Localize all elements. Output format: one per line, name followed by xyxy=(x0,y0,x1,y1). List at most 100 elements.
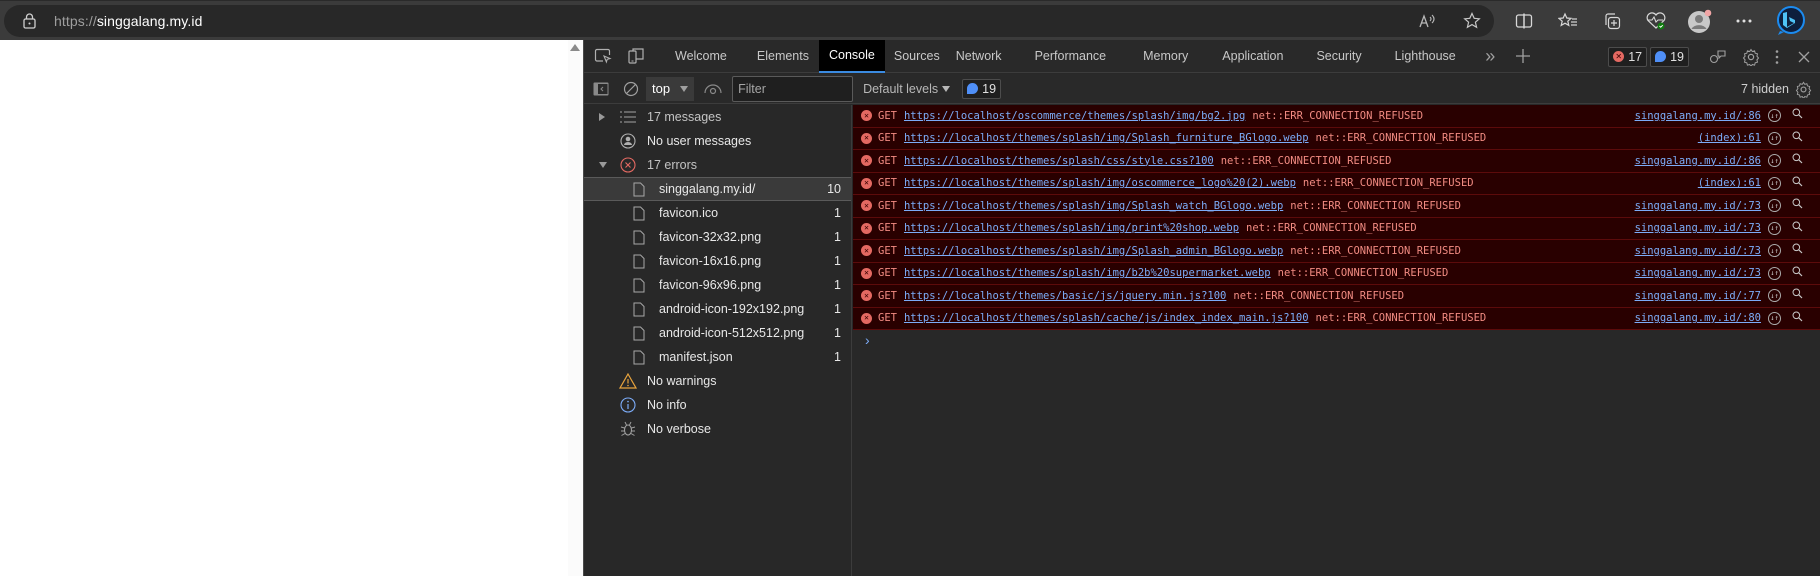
search-in-network-icon[interactable] xyxy=(1792,266,1803,280)
tab-welcome[interactable]: Welcome xyxy=(660,40,742,73)
search-in-network-icon[interactable] xyxy=(1792,311,1803,325)
page-scrollbar[interactable] xyxy=(568,40,583,576)
sidebar-file-item[interactable]: favicon.ico 1 xyxy=(584,201,851,225)
more-tabs-chevron-icon[interactable]: » xyxy=(1474,40,1507,73)
search-in-network-icon[interactable] xyxy=(1792,221,1803,235)
network-request-icon[interactable]: ↓↑ xyxy=(1768,176,1781,190)
request-url-link[interactable]: https://localhost/themes/splash/cache/js… xyxy=(904,312,1309,324)
network-request-icon[interactable]: ↓↑ xyxy=(1768,244,1781,258)
source-location-link[interactable]: singgalang.my.id/:73 xyxy=(1635,267,1761,279)
network-request-icon[interactable]: ↓↑ xyxy=(1768,266,1781,280)
favorites-icon[interactable] xyxy=(1546,1,1590,41)
collapse-arrow-icon[interactable] xyxy=(599,162,607,168)
request-url-link[interactable]: https://localhost/themes/splash/css/styl… xyxy=(904,155,1214,167)
console-error-message: ✕ GET https://localhost/themes/splash/img/… xyxy=(853,262,1820,285)
sidebar-file-item[interactable]: android-icon-192x192.png 1 xyxy=(584,297,851,321)
sidebar-file-item[interactable]: android-icon-512x512.png 1 xyxy=(584,321,851,345)
request-url-link[interactable]: https://localhost/themes/splash/img/Spla… xyxy=(904,245,1283,257)
tab-memory[interactable]: Memory xyxy=(1125,40,1207,73)
lock-icon[interactable] xyxy=(22,13,36,29)
search-in-network-icon[interactable] xyxy=(1792,243,1803,257)
add-tab-plus-icon[interactable] xyxy=(1507,40,1540,73)
address-bar[interactable]: https://singgalang.my.id xyxy=(4,5,1494,37)
source-location-link[interactable]: (index):61 xyxy=(1698,132,1761,144)
tab-sources[interactable]: Sources xyxy=(885,40,948,73)
sidebar-item-messages[interactable]: 17 messages xyxy=(584,105,851,129)
search-in-network-icon[interactable] xyxy=(1792,288,1803,302)
tab-console[interactable]: Console xyxy=(818,39,885,73)
network-request-icon[interactable]: ↓↑ xyxy=(1768,311,1781,325)
console-settings-gear-icon[interactable] xyxy=(1795,81,1812,98)
collections-icon[interactable] xyxy=(1590,1,1634,41)
tab-lighthouse[interactable]: Lighthouse xyxy=(1380,40,1474,73)
browser-essentials-icon[interactable] xyxy=(1634,1,1678,41)
context-selector[interactable]: top xyxy=(646,76,695,101)
network-request-icon[interactable]: ↓↑ xyxy=(1768,154,1781,168)
read-aloud-icon[interactable] xyxy=(1406,5,1450,37)
source-location-link[interactable]: singgalang.my.id/:80 xyxy=(1635,312,1761,324)
sidebar-item-warnings[interactable]: No warnings xyxy=(584,369,851,393)
sidebar-item-user-messages[interactable]: No user messages xyxy=(584,129,851,153)
network-request-icon[interactable]: ↓↑ xyxy=(1768,221,1781,235)
split-screen-icon[interactable] xyxy=(1502,1,1546,41)
more-menu-icon[interactable] xyxy=(1722,1,1766,41)
toggle-sidebar-icon[interactable] xyxy=(586,74,616,104)
source-location-link[interactable]: singgalang.my.id/:73 xyxy=(1635,200,1761,212)
favorite-star-icon[interactable] xyxy=(1450,5,1494,37)
feedback-icon[interactable] xyxy=(1701,40,1734,73)
profile-avatar-icon[interactable] xyxy=(1678,1,1722,41)
network-request-icon[interactable]: ↓↑ xyxy=(1768,199,1781,213)
issues-count-badge[interactable]: 19 xyxy=(962,78,1002,99)
source-location-link[interactable]: (index):61 xyxy=(1698,177,1761,189)
console-prompt-input[interactable]: › xyxy=(853,330,1820,350)
request-url-link[interactable]: https://localhost/themes/splash/img/Spla… xyxy=(904,200,1283,212)
device-emulation-icon[interactable] xyxy=(619,40,652,73)
tab-network[interactable]: Network xyxy=(948,40,1017,73)
source-location-link[interactable]: singgalang.my.id/:77 xyxy=(1635,290,1761,302)
expand-arrow-icon[interactable] xyxy=(599,113,605,121)
search-in-network-icon[interactable] xyxy=(1792,176,1803,190)
request-url-link[interactable]: https://localhost/themes/splash/img/Spla… xyxy=(904,132,1309,144)
error-count-badge[interactable]: ✕ 17 xyxy=(1608,46,1648,67)
search-in-network-icon[interactable] xyxy=(1792,198,1803,212)
customize-menu-icon[interactable] xyxy=(1767,40,1787,73)
url-text[interactable]: https://singgalang.my.id xyxy=(54,13,202,29)
source-location-link[interactable]: singgalang.my.id/:73 xyxy=(1635,245,1761,257)
sidebar-file-item[interactable]: favicon-96x96.png 1 xyxy=(584,273,851,297)
sidebar-item-errors[interactable]: 17 errors xyxy=(584,153,851,177)
inspect-element-icon[interactable] xyxy=(586,40,619,73)
bing-copilot-icon[interactable] xyxy=(1766,1,1816,41)
sidebar-file-item[interactable]: manifest.json 1 xyxy=(584,345,851,369)
request-url-link[interactable]: https://localhost/themes/splash/img/osco… xyxy=(904,177,1296,189)
settings-gear-icon[interactable] xyxy=(1734,40,1767,73)
tab-elements[interactable]: Elements xyxy=(742,40,819,73)
request-url-link[interactable]: https://localhost/themes/basic/js/jquery… xyxy=(904,290,1226,302)
request-url-link[interactable]: https://localhost/themes/splash/img/b2b%… xyxy=(904,267,1271,279)
search-in-network-icon[interactable] xyxy=(1792,108,1803,122)
scroll-up-arrow-icon[interactable] xyxy=(570,44,580,51)
source-location-link[interactable]: singgalang.my.id/:86 xyxy=(1635,110,1761,122)
request-url-link[interactable]: https://localhost/oscommerce/themes/spla… xyxy=(904,110,1245,122)
source-location-link[interactable]: singgalang.my.id/:73 xyxy=(1635,222,1761,234)
sidebar-file-item[interactable]: singgalang.my.id/ 10 xyxy=(584,177,851,201)
sidebar-file-item[interactable]: favicon-32x32.png 1 xyxy=(584,225,851,249)
close-devtools-icon[interactable] xyxy=(1787,40,1820,73)
sidebar-item-verbose[interactable]: No verbose xyxy=(584,417,851,441)
live-expression-eye-icon[interactable] xyxy=(698,74,728,104)
network-request-icon[interactable]: ↓↑ xyxy=(1768,289,1781,303)
search-in-network-icon[interactable] xyxy=(1792,153,1803,167)
network-request-icon[interactable]: ↓↑ xyxy=(1768,109,1781,123)
network-request-icon[interactable]: ↓↑ xyxy=(1768,131,1781,145)
log-levels-dropdown[interactable]: Default levels xyxy=(863,82,951,96)
filter-input[interactable]: Filter xyxy=(732,75,854,102)
search-in-network-icon[interactable] xyxy=(1792,131,1803,145)
sidebar-item-info[interactable]: No info xyxy=(584,393,851,417)
tab-security[interactable]: Security xyxy=(1301,40,1379,73)
request-url-link[interactable]: https://localhost/themes/splash/img/prin… xyxy=(904,222,1239,234)
tab-application[interactable]: Application xyxy=(1207,40,1301,73)
message-count-badge[interactable]: 19 xyxy=(1650,46,1689,67)
tab-performance[interactable]: Performance xyxy=(1017,40,1126,73)
clear-console-icon[interactable] xyxy=(616,74,646,104)
source-location-link[interactable]: singgalang.my.id/:86 xyxy=(1635,155,1761,167)
sidebar-file-item[interactable]: favicon-16x16.png 1 xyxy=(584,249,851,273)
